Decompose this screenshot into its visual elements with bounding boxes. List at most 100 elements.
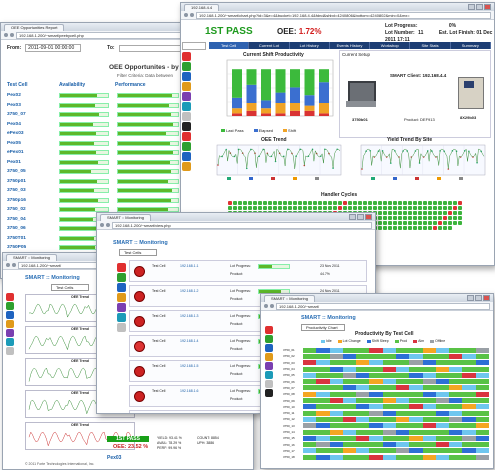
maximize-icon[interactable] xyxy=(476,4,483,10)
close-icon[interactable] xyxy=(365,214,372,220)
cell-link[interactable]: Pex05 xyxy=(7,141,59,146)
menu-item[interactable]: Workshop xyxy=(370,42,411,49)
minimize-icon[interactable] xyxy=(468,4,475,10)
cell-name[interactable]: Pex03 xyxy=(107,455,121,461)
forward-icon[interactable] xyxy=(106,223,110,227)
toolbar-button[interactable] xyxy=(117,313,126,322)
maximize-icon[interactable] xyxy=(357,214,364,220)
browser-tab[interactable]: OEE Opportunities Report xyxy=(4,23,65,31)
toolbar-button[interactable] xyxy=(265,335,273,343)
cell-link[interactable]: 3750P05 xyxy=(7,245,59,250)
menu-item[interactable]: Site Stats xyxy=(410,42,451,49)
close-icon[interactable] xyxy=(483,295,490,301)
toolbar-button[interactable] xyxy=(265,353,273,361)
browser-tab[interactable]: 192.168.4.4 xyxy=(184,3,220,11)
browser-tab[interactable]: SMART :: Monitoring xyxy=(264,294,315,302)
cell-link[interactable]: 3750p16 xyxy=(7,198,59,203)
cell-address[interactable]: 192.168.1.3 xyxy=(180,314,199,318)
forward-icon[interactable] xyxy=(10,33,14,37)
toolbar-button[interactable] xyxy=(182,82,191,91)
toolbar-button[interactable] xyxy=(182,102,191,111)
url-input[interactable]: 192.168.1.200/~smart/view.php xyxy=(112,221,372,229)
toolbar-button[interactable] xyxy=(265,326,273,334)
toolbar-button[interactable] xyxy=(265,362,273,370)
cell-link[interactable]: ePex03 xyxy=(7,131,59,136)
back-icon[interactable] xyxy=(6,263,10,267)
toolbar-button[interactable] xyxy=(182,152,191,161)
cell-link[interactable]: Pex04 xyxy=(7,122,59,127)
cell-link[interactable]: ePex01 xyxy=(7,150,59,155)
close-icon[interactable] xyxy=(484,4,491,10)
minimize-icon[interactable] xyxy=(349,214,356,220)
view-select[interactable]: Test Cells xyxy=(51,284,89,291)
toolbar-button[interactable] xyxy=(182,122,191,131)
toolbar-button[interactable] xyxy=(6,320,14,328)
cell-link[interactable]: 3750p01 xyxy=(7,179,59,184)
list-item[interactable]: Test Cell 192.168.1.1 Lot Progress: Product… xyxy=(129,260,367,282)
toolbar-button[interactable] xyxy=(6,311,14,319)
toolbar-button[interactable] xyxy=(117,323,126,332)
cell-link[interactable]: 3750_02 xyxy=(7,207,59,212)
toolbar-button[interactable] xyxy=(6,302,14,310)
menu-item[interactable]: Events History xyxy=(330,42,371,49)
view-select[interactable]: Test Cells xyxy=(119,249,157,256)
cell-link[interactable]: 3750_04 xyxy=(7,217,59,222)
toolbar-button[interactable] xyxy=(182,62,191,71)
cell-link[interactable]: 3750T01 xyxy=(7,236,59,241)
toolbar-button[interactable] xyxy=(117,303,126,312)
password-field[interactable] xyxy=(182,42,206,50)
toolbar-button[interactable] xyxy=(182,142,191,151)
forward-icon[interactable] xyxy=(270,304,274,308)
forward-icon[interactable] xyxy=(190,13,194,17)
cell-link[interactable]: Pex03 xyxy=(7,103,59,108)
cell-link[interactable]: Pex02 xyxy=(7,93,59,98)
toolbar-button[interactable] xyxy=(6,293,14,301)
toolbar-button[interactable] xyxy=(265,380,273,388)
toolbar-button[interactable] xyxy=(182,52,191,61)
minimize-icon[interactable] xyxy=(467,295,474,301)
view-select[interactable]: Productivity Chart xyxy=(301,324,345,331)
menu-item[interactable]: Current Lot xyxy=(249,42,290,49)
toolbar-button[interactable] xyxy=(117,293,126,302)
toolbar-button[interactable] xyxy=(6,338,14,346)
url-input[interactable]: 192.168.1.200/~smart/ xyxy=(276,302,490,310)
toolbar-button[interactable] xyxy=(265,344,273,352)
menu-item[interactable]: Lot History xyxy=(290,42,330,49)
menu-item[interactable]: Test Cell xyxy=(209,42,250,49)
back-icon[interactable] xyxy=(264,304,268,308)
cell-address[interactable]: 192.168.1.6 xyxy=(180,389,199,393)
url-input[interactable]: 192.168.1.200/~smart/chart.php?id=3&e=4&… xyxy=(196,11,491,19)
to-input[interactable] xyxy=(118,44,181,52)
toolbar-button[interactable] xyxy=(182,72,191,81)
cell-address[interactable]: 192.168.1.1 xyxy=(180,264,199,268)
toolbar-button[interactable] xyxy=(265,389,273,397)
cell-address[interactable]: 192.168.1.5 xyxy=(180,364,199,368)
cell-link[interactable]: 3750_07 xyxy=(7,112,59,117)
cell-address[interactable]: 192.168.1.4 xyxy=(180,339,199,343)
toolbar-button[interactable] xyxy=(6,329,14,337)
toolbar-button[interactable] xyxy=(117,283,126,292)
toolbar-button[interactable] xyxy=(182,112,191,121)
back-icon[interactable] xyxy=(4,33,8,37)
back-icon[interactable] xyxy=(100,223,104,227)
toolbar-button[interactable] xyxy=(117,273,126,282)
menu-item[interactable]: Summary xyxy=(451,42,491,49)
cell-address[interactable]: 192.168.1.2 xyxy=(180,289,199,293)
back-icon[interactable] xyxy=(184,13,188,17)
from-input[interactable]: 2011-09-01 00:00:00 xyxy=(25,44,82,52)
toolbar-button[interactable] xyxy=(117,263,126,272)
toolbar-button[interactable] xyxy=(182,92,191,101)
cell-link[interactable]: 3750_03 xyxy=(7,188,59,193)
productivity-segment xyxy=(409,429,423,435)
toolbar-button[interactable] xyxy=(265,371,273,379)
cell-link[interactable]: 3750_06 xyxy=(7,226,59,231)
cell-link[interactable]: 3750_05 xyxy=(7,169,59,174)
toolbar-button[interactable] xyxy=(182,162,191,171)
browser-tab[interactable]: SMART :: Monitoring xyxy=(100,213,151,221)
toolbar-button[interactable] xyxy=(6,347,14,355)
toolbar-button[interactable] xyxy=(182,132,191,141)
forward-icon[interactable] xyxy=(12,263,16,267)
browser-tab[interactable]: SMART :: Monitoring xyxy=(6,253,57,261)
maximize-icon[interactable] xyxy=(475,295,482,301)
cell-link[interactable]: Pex01 xyxy=(7,160,59,165)
